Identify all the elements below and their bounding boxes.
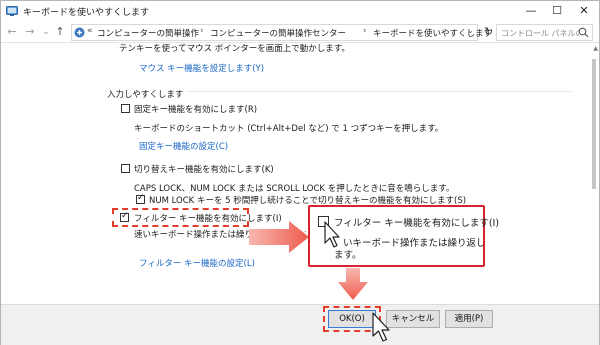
recent-locations-chevron-icon[interactable]: ⌄ [39, 24, 53, 40]
breadcrumb-item-ease-of-access[interactable]: コンピューターの簡単操作 [97, 27, 199, 39]
sticky-keys-settings-link[interactable]: 固定キー機能の設定(C) [139, 140, 228, 152]
control-panel-icon [74, 27, 85, 38]
scrollbar-thumb[interactable] [592, 59, 596, 189]
breadcrumb-overflow[interactable]: « [87, 26, 93, 36]
breadcrumb-separator: › [363, 26, 367, 36]
navigation-bar: ← → ⌄ ↑ « コンピューターの簡単操作 › コンピューターの簡単操作センタ… [1, 21, 599, 43]
dialog-button-bar: OK(O) キャンセル 適用(P) [1, 304, 599, 345]
mouse-keys-description: テンキーを使ってマウス ポインターを画面上で動かします。 [119, 44, 350, 54]
address-bar[interactable]: « コンピューターの簡単操作 › コンピューターの簡単操作センター › キーボー… [71, 24, 492, 41]
cancel-button[interactable]: キャンセル [386, 310, 440, 328]
mouse-cursor-icon [324, 221, 340, 248]
forward-arrow-icon[interactable]: → [23, 24, 37, 40]
sticky-keys-description: キーボードのショートカット (Ctrl+Alt+Del など) で 1 つずつキ… [134, 124, 444, 134]
scroll-up-arrow-icon[interactable]: ▲ [593, 45, 598, 52]
control-panel-icon [6, 6, 18, 16]
toggle-keys-label[interactable]: 切り替えキー機能を有効にします(K) [134, 163, 274, 175]
pointer-arrow-right-icon [249, 221, 309, 253]
sticky-keys-label[interactable]: 固定キー機能を有効にします(R) [134, 103, 257, 115]
close-button[interactable]: ✕ [571, 1, 597, 21]
minimize-button[interactable]: — [518, 1, 544, 21]
filter-keys-settings-link[interactable]: フィルター キー機能の設定(L) [139, 257, 255, 269]
breadcrumb-item-keyboard[interactable]: キーボードを使いやすくします [373, 27, 492, 39]
breadcrumb-separator: › [200, 26, 204, 36]
section-header-easier-typing: 入力しやすくします [107, 88, 188, 100]
search-box[interactable] [496, 24, 593, 41]
back-arrow-icon[interactable]: ← [5, 24, 19, 40]
mouse-cursor-icon [372, 312, 390, 342]
toggle-keys-numlock-checkbox[interactable] [136, 193, 145, 204]
breadcrumb-item-ease-of-access-center[interactable]: コンピューターの簡単操作センター [210, 27, 346, 39]
toggle-keys-description: CAPS LOCK、NUM LOCK または SCROLL LOCK を押したと… [134, 184, 455, 194]
ok-button[interactable]: OK(O) [328, 310, 376, 328]
title-bar: キーボードを使いやすくします — ☐ ✕ [1, 1, 599, 21]
mouse-keys-settings-link[interactable]: マウス キー機能を設定します(Y) [139, 62, 264, 74]
address-dropdown-icon[interactable]: ⌄ [467, 26, 474, 35]
apply-button[interactable]: 適用(P) [445, 310, 493, 328]
refresh-icon[interactable]: ↻ [484, 25, 493, 38]
search-input[interactable] [501, 27, 579, 39]
callout-filter-keys-description-line1: いキーボード操作または繰り返し入力さ [343, 238, 483, 249]
up-arrow-icon[interactable]: ↑ [53, 24, 67, 40]
callout-filter-keys-label[interactable]: フィルター キー機能を有効にします(I) [334, 215, 499, 229]
window-title: キーボードを使いやすくします [23, 8, 150, 18]
toggle-keys-checkbox[interactable] [121, 164, 130, 173]
keyboard-settings-window: キーボードを使いやすくします — ☐ ✕ ← → ⌄ ↑ « コンピューターの簡… [0, 0, 600, 345]
pointer-arrow-down-icon [338, 268, 368, 300]
sticky-keys-checkbox[interactable] [121, 104, 130, 113]
filter-keys-checkbox[interactable] [120, 211, 129, 222]
maximize-button[interactable]: ☐ [544, 1, 570, 21]
search-icon[interactable] [578, 27, 589, 38]
